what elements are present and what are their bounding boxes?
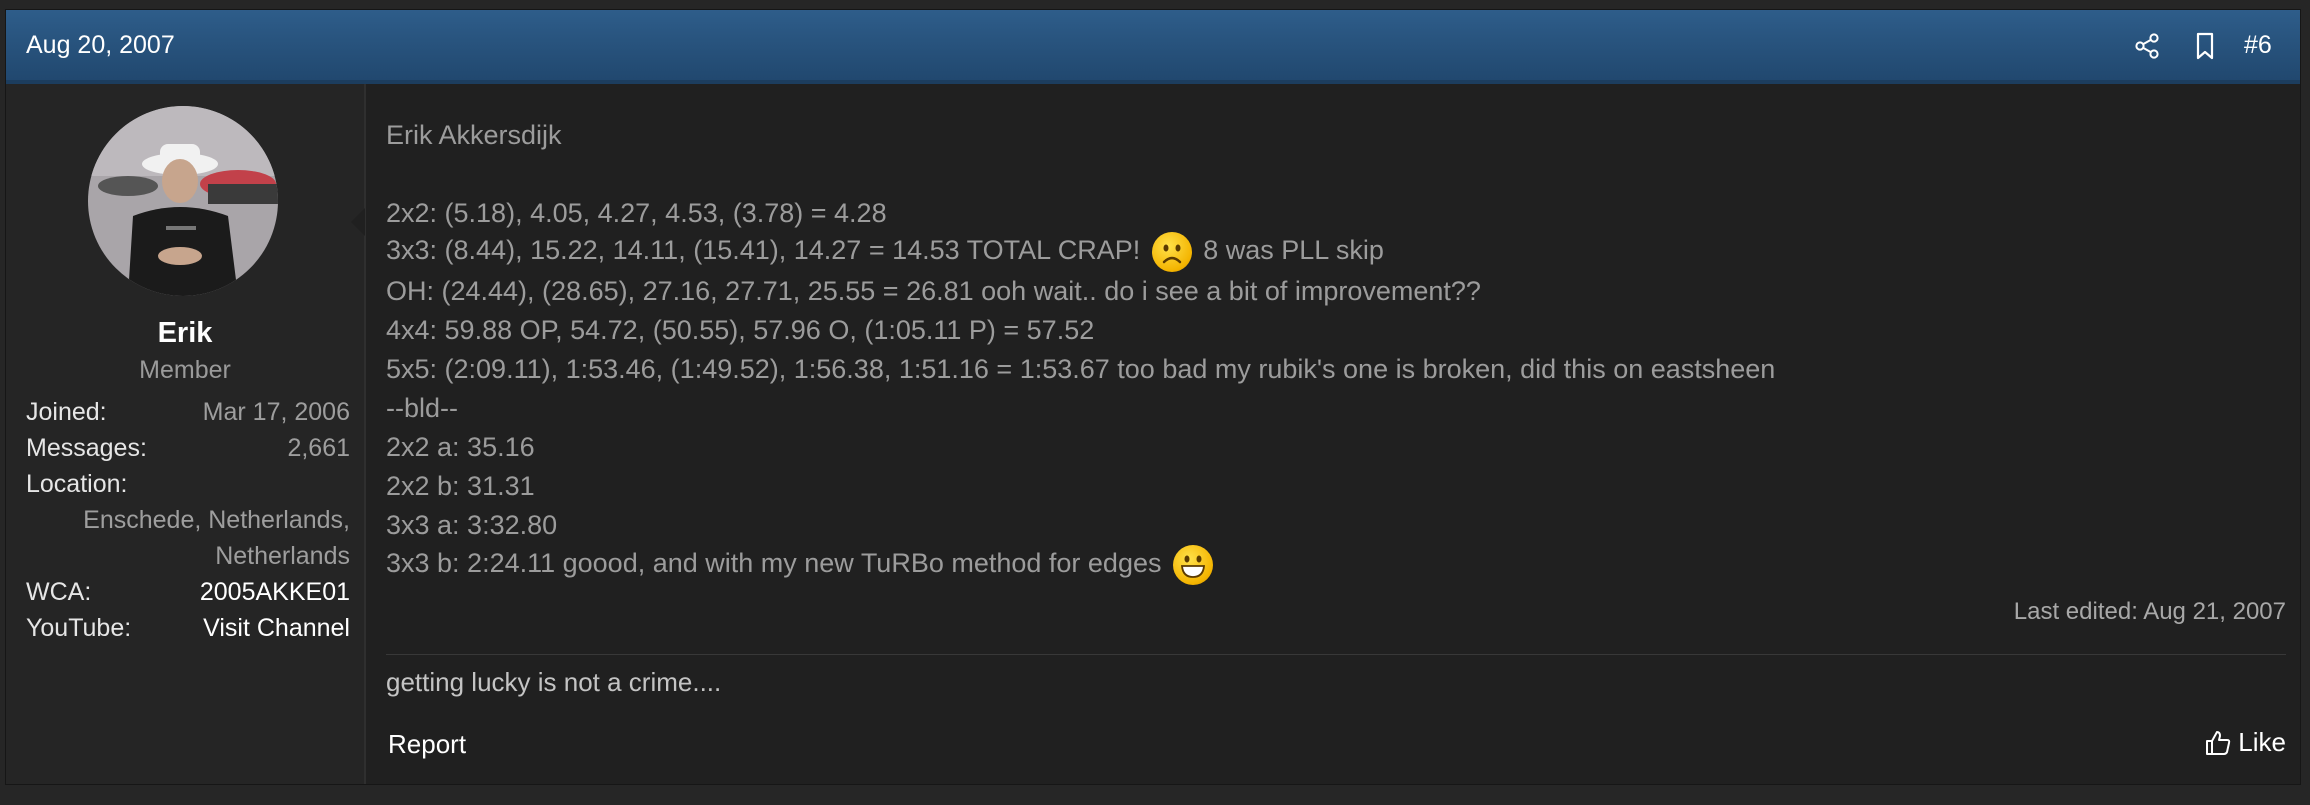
message-line-with-smilie: 3x3: (8.44), 15.22, 14.11, (15.41), 14.2… bbox=[386, 232, 1384, 272]
youtube-label: YouTube: bbox=[26, 614, 132, 642]
message-line: Erik Akkersdijk bbox=[386, 120, 562, 150]
signature-divider bbox=[386, 654, 2286, 655]
message-line-with-smilie: 3x3 b: 2:24.11 goood, and with my new Tu… bbox=[386, 545, 1217, 585]
forum-post: Aug 20, 2007 #6 Erik Member Joined: Mar … bbox=[5, 9, 2301, 785]
location-label: Location: bbox=[26, 470, 128, 498]
frown-smilie-icon bbox=[1151, 232, 1192, 272]
youtube-channel-link[interactable]: Visit Channel bbox=[203, 614, 350, 643]
message-line: 2x2 b: 31.31 bbox=[386, 471, 535, 501]
message-line: 2x2 a: 35.16 bbox=[386, 432, 535, 462]
post-number-link[interactable]: #6 bbox=[2244, 31, 2272, 60]
message-line: 2x2: (5.18), 4.05, 4.27, 4.53, (3.78) = … bbox=[386, 198, 887, 228]
message-line: --bld-- bbox=[386, 393, 458, 423]
like-button[interactable]: Like bbox=[2204, 727, 2286, 758]
grin-smilie-icon bbox=[1173, 545, 1214, 585]
joined-label: Joined: bbox=[26, 398, 107, 426]
wca-id-link[interactable]: 2005AKKE01 bbox=[200, 578, 350, 607]
joined-value: Mar 17, 2006 bbox=[202, 398, 350, 426]
message-text: 3x3 b: 2:24.11 goood, and with my new Tu… bbox=[386, 548, 1162, 579]
share-icon[interactable] bbox=[2132, 31, 2162, 61]
last-edited-note: Last edited: Aug 21, 2007 bbox=[2013, 598, 2286, 625]
location-value-line1: Enschede, Netherlands, bbox=[83, 506, 350, 534]
message-text: 8 was PLL skip bbox=[1203, 235, 1384, 266]
username[interactable]: Erik bbox=[6, 317, 364, 350]
signature-text: getting lucky is not a crime.... bbox=[386, 667, 722, 697]
like-label: Like bbox=[2238, 727, 2286, 757]
message-text: 3x3: (8.44), 15.22, 14.11, (15.41), 14.2… bbox=[386, 235, 1141, 266]
location-value-line2: Netherlands bbox=[215, 542, 350, 570]
bookmark-icon[interactable] bbox=[2190, 31, 2220, 61]
message-line: OH: (24.44), (28.65), 27.16, 27.71, 25.5… bbox=[386, 276, 1481, 306]
message-pointer-arrow bbox=[351, 208, 365, 236]
post-date[interactable]: Aug 20, 2007 bbox=[26, 31, 175, 60]
messages-label: Messages: bbox=[26, 434, 147, 462]
post-header: Aug 20, 2007 #6 bbox=[6, 10, 2300, 84]
message-line: 4x4: 59.88 OP, 54.72, (50.55), 57.96 O, … bbox=[386, 315, 1095, 345]
user-info-panel: Erik Member Joined: Mar 17, 2006 Message… bbox=[6, 84, 366, 784]
messages-value: 2,661 bbox=[287, 434, 350, 462]
report-button[interactable]: Report bbox=[388, 729, 466, 760]
message-body: Erik Akkersdijk 2x2: (5.18), 4.05, 4.27,… bbox=[386, 84, 2286, 784]
message-line: 5x5: (2:09.11), 1:53.46, (1:49.52), 1:56… bbox=[386, 354, 1776, 384]
thumbs-up-icon bbox=[2206, 730, 2231, 755]
avatar[interactable] bbox=[88, 106, 278, 296]
user-title: Member bbox=[139, 356, 231, 384]
wca-label: WCA: bbox=[26, 578, 92, 606]
message-line: 3x3 a: 3:32.80 bbox=[386, 510, 558, 540]
